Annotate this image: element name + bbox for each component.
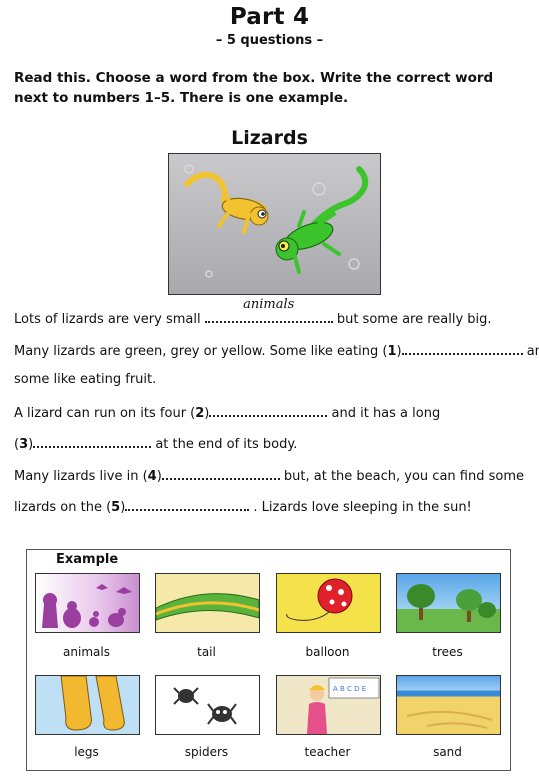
story-line-1: Lots of lizards are very small animals b… <box>14 297 492 327</box>
board-letters: A B C D E <box>333 685 366 693</box>
story-text: and it has a long <box>327 406 441 421</box>
card-teacher: A B C D E <box>276 675 381 735</box>
card-legs <box>35 675 140 735</box>
sand-picture <box>406 710 493 729</box>
page-subtitle: – 5 questions – <box>215 33 324 48</box>
story-text: Many lizards live in ( <box>14 469 148 484</box>
question-number-2: 2 <box>195 406 205 421</box>
story-text: but, at the beach, you can find some <box>279 469 524 484</box>
story-title: Lizards <box>231 127 308 149</box>
trees-picture <box>407 584 496 622</box>
legs-picture <box>60 676 125 731</box>
page-title: Part 4 <box>229 4 310 30</box>
lizards-illustration <box>168 153 381 295</box>
answer-blank-3[interactable] <box>33 434 152 448</box>
example-answer-blank: animals <box>204 297 333 323</box>
question-number-4: 4 <box>147 469 157 484</box>
card-spiders <box>155 675 260 735</box>
word-caption: teacher <box>304 745 351 759</box>
story-text: lizards on the ( <box>14 500 112 515</box>
story-line-4: A lizard can run on its four (2) and it … <box>14 403 440 421</box>
answer-blank-5[interactable] <box>125 497 250 511</box>
story-line-2: Many lizards are green, grey or yellow. … <box>14 341 539 359</box>
animals-picture <box>42 584 132 628</box>
story-text: and <box>526 344 539 359</box>
story-text: some like eating fruit. <box>14 372 157 387</box>
word-caption: spiders <box>184 745 229 759</box>
word-caption: balloon <box>305 645 350 659</box>
tail-picture <box>156 593 259 621</box>
story-text: Lots of lizards are very small <box>14 312 205 327</box>
lizards-picture <box>184 164 369 278</box>
question-number-5: 5 <box>111 500 121 515</box>
answer-blank-2[interactable] <box>209 403 328 417</box>
answer-blank-1[interactable] <box>401 341 523 355</box>
example-label: Example <box>56 552 119 567</box>
balloon-picture <box>286 578 353 621</box>
story-line-7: lizards on the (5) . Lizards love sleepi… <box>14 497 472 515</box>
story-text: Many lizards are green, grey or yellow. … <box>14 344 388 359</box>
story-text: A lizard can run on its four ( <box>14 406 196 421</box>
spiders-picture <box>173 687 237 725</box>
card-trees <box>396 573 501 633</box>
card-balloon <box>276 573 381 633</box>
example-answer: animals <box>243 297 295 312</box>
word-caption: trees <box>432 645 463 659</box>
question-number-3: 3 <box>19 437 29 452</box>
teacher-picture: A B C D E <box>307 677 380 734</box>
story-text: but some are really big. <box>332 312 492 327</box>
story-line-6: Many lizards live in (4) but, at the bea… <box>14 466 524 484</box>
word-caption: legs <box>74 745 99 759</box>
answer-blank-4[interactable] <box>161 466 280 480</box>
story-line-3: some like eating fruit. <box>14 372 156 387</box>
story-text: at the end of its body. <box>151 437 298 452</box>
story-text: . Lizards love sleeping in the sun! <box>249 500 472 515</box>
story-line-5: (3) at the end of its body. <box>14 434 297 452</box>
word-caption: sand <box>433 745 462 759</box>
word-caption: animals <box>63 645 110 659</box>
instructions-text: Read this. Choose a word from the box. W… <box>14 70 494 106</box>
card-tail <box>155 573 260 633</box>
card-sand <box>396 675 501 735</box>
card-animals <box>35 573 140 633</box>
word-caption: tail <box>197 645 216 659</box>
